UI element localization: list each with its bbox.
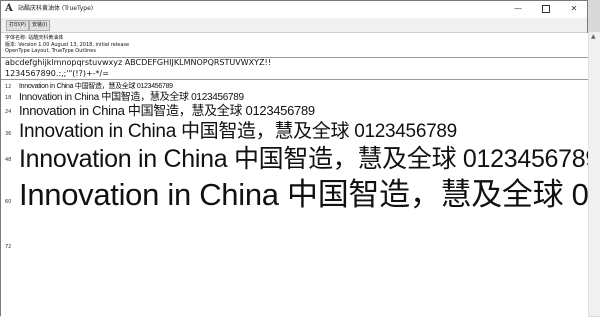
vertical-scrollbar[interactable]: ▲: [588, 32, 600, 316]
close-button[interactable]: ✕: [561, 1, 587, 17]
font-file-icon: A: [5, 3, 13, 14]
title-bar: A 站酷庆科黄油体 (TrueType) — ✕: [1, 1, 587, 19]
window-title: 站酷庆科黄油体 (TrueType): [18, 5, 94, 12]
sample-size-label: 48: [5, 157, 12, 163]
font-viewer-window: A 站酷庆科黄油体 (TrueType) — ✕ 打印(P) 安装(I) 字体名…: [0, 0, 588, 317]
sample-size-label: 18: [5, 95, 12, 101]
font-info: 字体名称: 站酷庆科黄油体 版本: Version 1.00 August 13…: [5, 35, 129, 55]
font-preview-area: 字体名称: 站酷庆科黄油体 版本: Version 1.00 August 13…: [1, 33, 588, 317]
sample-text: Innovation in China 中国智造，慧及全球 0123456789: [19, 121, 457, 142]
print-button[interactable]: 打印(P): [6, 20, 29, 31]
sample-size-label: 72: [5, 244, 12, 250]
maximize-button[interactable]: [533, 1, 559, 17]
maximize-icon: [542, 4, 550, 13]
toolbar: 打印(P) 安装(I): [1, 18, 587, 33]
sample-text: Innovation in China 中国智造，慧及全球 0123456789: [19, 177, 588, 212]
font-outline-line: OpenType Layout, TrueType Outlines: [5, 48, 96, 54]
install-button[interactable]: 安装(I): [29, 20, 51, 31]
minimize-button[interactable]: —: [505, 1, 531, 17]
scroll-up-icon[interactable]: ▲: [591, 33, 596, 40]
charset-digits: 1234567890.:,;'"(!?)+-*/=: [5, 69, 109, 78]
divider: [1, 79, 588, 80]
sample-size-label: 60: [5, 199, 12, 205]
charset-letters: abcdefghijklmnopqrstuvwxyz ABCDEFGHIJKLM…: [5, 58, 271, 67]
sample-size-label: 24: [5, 109, 12, 115]
sample-text: Innovation in China 中国智造，慧及全球 0123456789: [19, 83, 173, 90]
sample-text: Innovation in China 中国智造，慧及全球 0123456789: [19, 145, 588, 173]
sample-size-label: 36: [5, 131, 12, 137]
sample-size-label: 12: [5, 84, 12, 90]
sample-text: Innovation in China 中国智造，慧及全球 0123456789: [19, 103, 315, 118]
